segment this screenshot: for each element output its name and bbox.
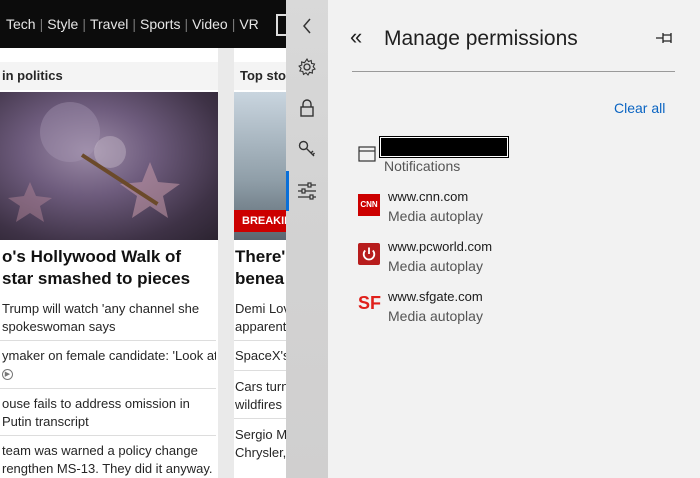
play-video-icon: ▶: [2, 369, 13, 381]
redacted-site-name: [379, 136, 509, 158]
settings-button[interactable]: [286, 50, 328, 84]
sfgate-icon: SF: [358, 292, 382, 314]
chevron-left-icon: [303, 18, 311, 34]
column-gutter: [218, 48, 234, 478]
story-text: rengthen MS-13. They did it anyway.: [2, 461, 213, 476]
headline-walk-of-fame[interactable]: o's Hollywood Walk of star smashed to pi…: [2, 246, 218, 290]
hero-image-walk-of-fame[interactable]: [0, 92, 218, 240]
nav-separator: |: [132, 16, 137, 32]
pin-icon: [656, 33, 672, 43]
permission-site: www.cnn.com: [388, 189, 469, 204]
gear-icon: [298, 57, 316, 76]
lock-icon: [300, 99, 314, 117]
story-text: team was warned a policy change: [2, 443, 198, 458]
story-link[interactable]: Trump will watch 'any channel she spokes…: [2, 300, 216, 336]
active-tab-indicator: [286, 171, 289, 211]
headline-line: star smashed to pieces: [2, 269, 191, 288]
nav-link-sports[interactable]: Sports: [140, 16, 180, 32]
news-page: Tech | Style | Travel | Sports | Video | VR in pol…: [0, 0, 330, 478]
pcworld-power-icon: [358, 243, 380, 265]
nav-link-vr[interactable]: VR: [239, 16, 258, 32]
permission-entry-notifications[interactable]: Notifications: [358, 136, 678, 183]
nav-search-box[interactable]: [276, 14, 286, 36]
divider: [0, 388, 216, 389]
hub-icon-rail: [286, 0, 328, 478]
nav-link-tech[interactable]: Tech: [6, 16, 36, 32]
story-link[interactable]: ymaker on female candidate: 'Look at ▶: [2, 347, 216, 383]
sfgate-icon-text: SF: [358, 293, 382, 313]
key-icon: [298, 140, 316, 157]
story-text: Trump will watch 'any channel she: [2, 301, 200, 316]
sliders-icon: [298, 182, 316, 200]
star-rubble-image: [8, 102, 180, 222]
privacy-button[interactable]: [286, 91, 328, 125]
permission-entry-sfgate[interactable]: SF www.sfgate.com Media autoplay: [358, 288, 678, 332]
passwords-button[interactable]: [286, 132, 328, 166]
story-text: Putin transcript: [2, 414, 89, 429]
permission-site: www.pcworld.com: [388, 239, 493, 254]
back-button[interactable]: «: [350, 26, 370, 50]
permission-type: Media autoplay: [388, 308, 483, 324]
permission-type: Media autoplay: [388, 258, 483, 274]
permission-entry-cnn[interactable]: CNN www.cnn.com Media autoplay: [358, 188, 678, 232]
headline-line: o's Hollywood Walk of: [2, 247, 182, 266]
nav-separator: |: [39, 16, 44, 32]
breaking-badge: BREAKIN: [234, 210, 292, 232]
permission-type: Notifications: [384, 158, 461, 174]
advanced-settings-button[interactable]: [286, 174, 328, 208]
story-text: ouse fails to address omission in: [2, 396, 190, 411]
nav-separator: |: [184, 16, 189, 32]
nav-link-style[interactable]: Style: [47, 16, 78, 32]
nav-separator: |: [231, 16, 236, 32]
manage-permissions-panel: « Manage permissions Clear all Notificat…: [328, 0, 700, 478]
permission-site: www.sfgate.com: [388, 289, 483, 304]
section-title-politics: in politics: [0, 62, 218, 90]
story-text: spokeswoman says: [2, 319, 116, 334]
pin-panel-button[interactable]: [654, 28, 678, 48]
divider: [0, 435, 216, 436]
permission-type: Media autoplay: [388, 208, 483, 224]
nav-link-travel[interactable]: Travel: [90, 16, 128, 32]
close-panel-button[interactable]: [286, 9, 328, 43]
clear-all-link[interactable]: Clear all: [614, 99, 665, 117]
permission-entry-pcworld[interactable]: www.pcworld.com Media autoplay: [358, 238, 678, 282]
cnn-icon: CNN: [358, 194, 380, 216]
panel-title: Manage permissions: [384, 27, 578, 50]
browser-window-icon: [358, 146, 380, 168]
nav-link-video[interactable]: Video: [192, 16, 228, 32]
story-link[interactable]: ouse fails to address omission in Putin …: [2, 395, 216, 431]
story-link[interactable]: team was warned a policy change rengthen…: [2, 442, 216, 478]
news-nav-bar: Tech | Style | Travel | Sports | Video | VR: [0, 0, 330, 48]
nav-separator: |: [82, 16, 86, 32]
panel-divider: [352, 71, 675, 72]
cnn-icon-text: CNN: [358, 194, 380, 216]
story-text: ymaker on female candidate: 'Look at: [2, 348, 216, 363]
divider: [0, 340, 216, 341]
browser-window: Tech | Style | Travel | Sports | Video | VR in pol…: [0, 0, 700, 478]
